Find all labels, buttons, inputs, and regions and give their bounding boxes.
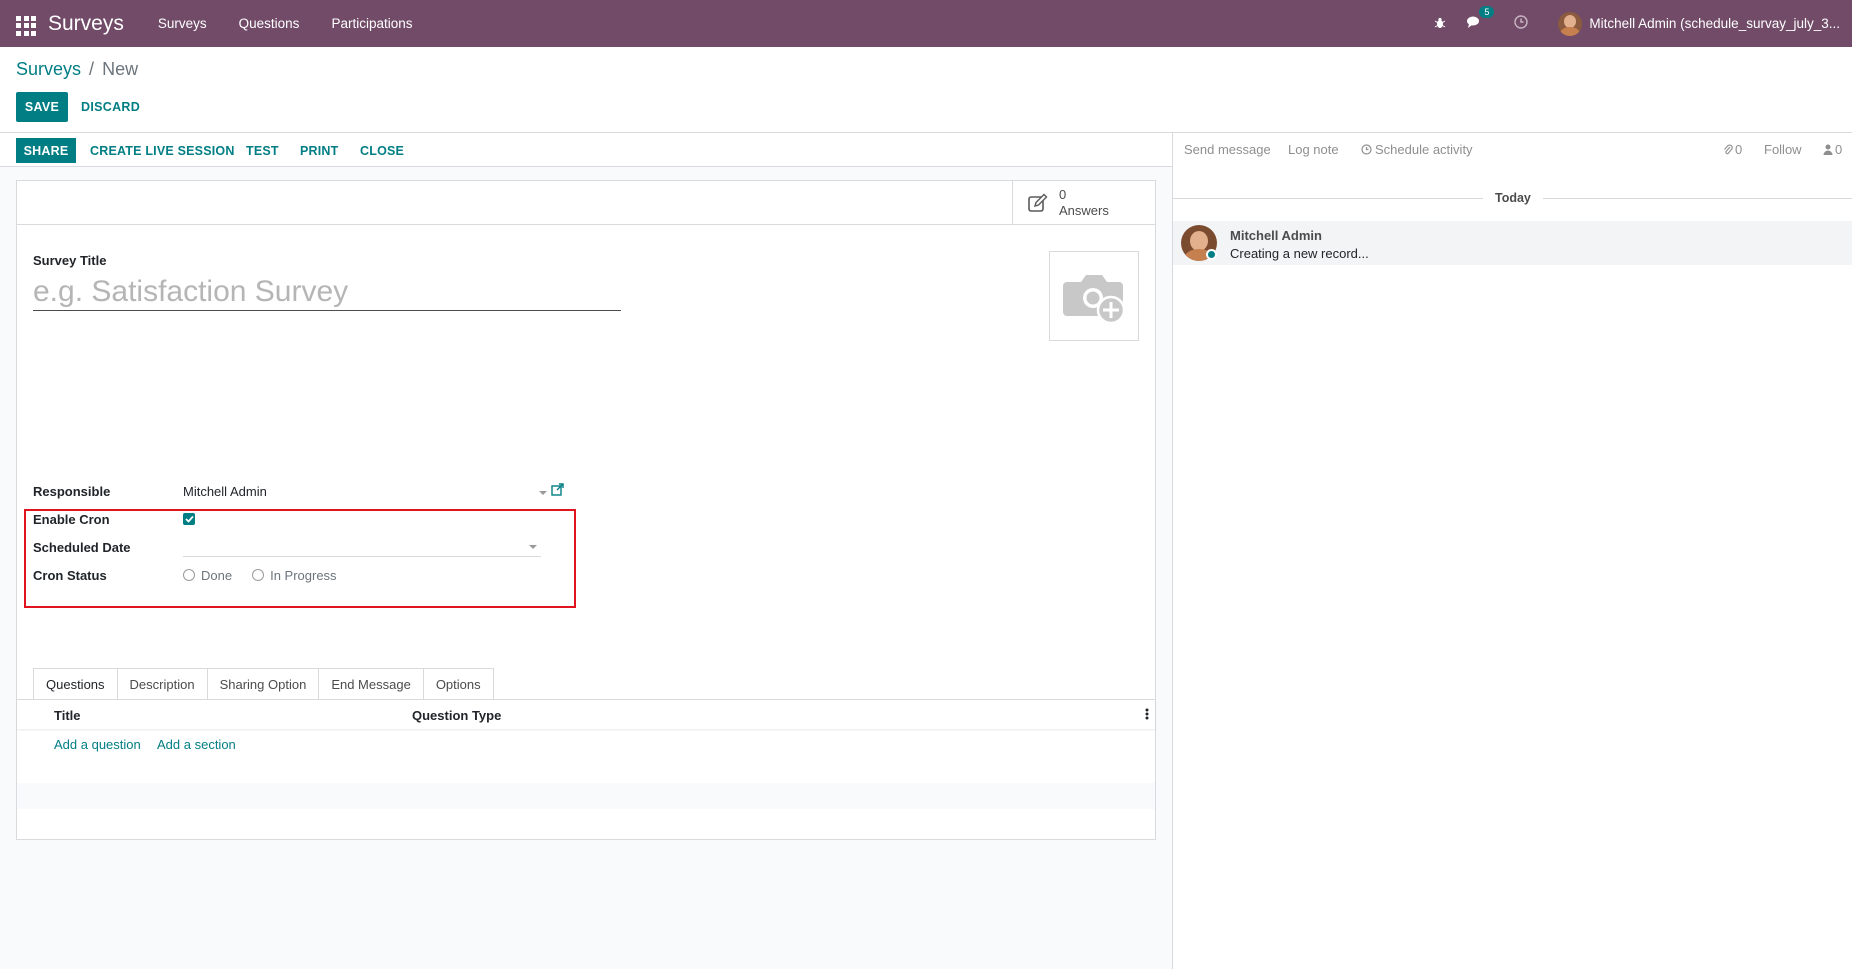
tab-questions[interactable]: Questions [33, 668, 118, 701]
attachments-button[interactable]: 0 [1723, 142, 1742, 157]
empty-row [17, 757, 1155, 783]
survey-title-label: Survey Title [33, 253, 107, 268]
chatter-panel: Send message Log note Schedule activity … [1172, 133, 1852, 969]
print-button[interactable]: PRINT [300, 138, 339, 163]
breadcrumb-separator: / [89, 59, 95, 79]
responsible-dropdown-icon [539, 491, 547, 495]
external-link-icon[interactable] [551, 483, 564, 499]
tab-end-message[interactable]: End Message [318, 668, 424, 700]
top-navbar: Surveys Surveys Questions Participations… [0, 0, 1852, 47]
date-separator-line [1543, 198, 1852, 199]
tab-sharing-option[interactable]: Sharing Option [206, 668, 320, 700]
tab-description[interactable]: Description [116, 668, 208, 700]
attachments-count: 0 [1735, 142, 1743, 157]
messages-badge: 5 [1479, 6, 1495, 18]
menu-item-questions[interactable]: Questions [223, 16, 316, 31]
form-view: SHARE CREATE LIVE SESSION TEST PRINT CLO… [0, 133, 1172, 969]
column-question-type[interactable]: Question Type [412, 708, 501, 723]
user-menu[interactable]: Mitchell Admin (schedule_survay_july_3..… [1558, 11, 1840, 36]
apps-menu-icon[interactable] [14, 12, 38, 36]
user-name: Mitchell Admin (schedule_survay_july_3..… [1589, 16, 1840, 31]
responsible-label: Responsible [33, 483, 111, 499]
optional-columns-icon[interactable] [1145, 708, 1149, 723]
breadcrumb-current: New [102, 59, 139, 79]
clock-icon [1361, 144, 1372, 155]
log-note-button[interactable]: Log note [1288, 142, 1339, 157]
date-separator-line [1173, 198, 1483, 199]
message-body: Creating a new record... [1230, 246, 1369, 261]
answers-count: 0 [1059, 187, 1067, 202]
message-author[interactable]: Mitchell Admin [1230, 228, 1322, 243]
schedule-activity-label: Schedule activity [1375, 142, 1473, 157]
breadcrumb-surveys[interactable]: Surveys [16, 59, 81, 79]
app-brand[interactable]: Surveys [48, 12, 124, 36]
smart-button-box: 0 Answers [17, 181, 1155, 225]
survey-image-upload[interactable] [1049, 251, 1139, 341]
responsible-select[interactable] [183, 483, 550, 503]
followers-count: 0 [1835, 142, 1843, 157]
create-live-session-button[interactable]: CREATE LIVE SESSION [90, 138, 235, 163]
date-separator-label: Today [1495, 191, 1531, 205]
save-button[interactable]: SAVE [16, 92, 68, 122]
activity-clock-icon[interactable] [1514, 15, 1529, 32]
follow-button[interactable]: Follow [1764, 142, 1802, 157]
chatter-message: Mitchell Admin Creating a new record... [1173, 221, 1852, 265]
breadcrumb: Surveys / New [16, 59, 138, 80]
column-title[interactable]: Title [54, 708, 81, 723]
add-line-row: Add a question Add a section [17, 731, 1155, 757]
survey-title-input[interactable] [33, 273, 621, 311]
notebook-tabs: Questions Description Sharing Option End… [33, 668, 494, 701]
answers-label: Answers [1059, 203, 1109, 218]
camera-plus-icon [1063, 275, 1126, 325]
highlight-box [24, 509, 576, 608]
online-status-icon [1206, 249, 1217, 260]
empty-row [17, 783, 1155, 809]
send-message-button[interactable]: Send message [1184, 142, 1271, 157]
user-icon [1823, 144, 1833, 155]
add-question-link[interactable]: Add a question [54, 737, 141, 752]
menu-item-surveys[interactable]: Surveys [142, 16, 223, 31]
share-button[interactable]: SHARE [16, 138, 76, 163]
schedule-activity-button[interactable]: Schedule activity [1361, 142, 1473, 157]
discard-button[interactable]: DISCARD [81, 92, 140, 122]
chatter-topbar: Send message Log note Schedule activity … [1173, 133, 1852, 167]
messages-icon[interactable]: 5 [1466, 6, 1495, 32]
main-menu: Surveys Questions Participations [142, 16, 429, 31]
questions-list-header: Title Question Type [17, 700, 1155, 730]
add-section-link[interactable]: Add a section [157, 737, 236, 752]
edit-icon [1027, 192, 1049, 214]
form-statusbar: SHARE CREATE LIVE SESSION TEST PRINT CLO… [0, 133, 1172, 167]
tab-options[interactable]: Options [422, 668, 494, 700]
navbar-systray: 5 Mitchell Admin (schedule_survay_july_3… [1424, 0, 1852, 47]
menu-item-participations[interactable]: Participations [315, 16, 428, 31]
close-button[interactable]: CLOSE [360, 138, 404, 163]
debug-bug-icon[interactable] [1434, 16, 1446, 32]
user-avatar [1558, 11, 1583, 36]
answers-stat-button[interactable]: 0 Answers [1012, 181, 1155, 225]
answers-stat: 0 Answers [1059, 187, 1109, 219]
followers-button[interactable]: 0 [1823, 142, 1842, 157]
test-button[interactable]: TEST [246, 138, 279, 163]
paperclip-icon [1724, 144, 1733, 154]
